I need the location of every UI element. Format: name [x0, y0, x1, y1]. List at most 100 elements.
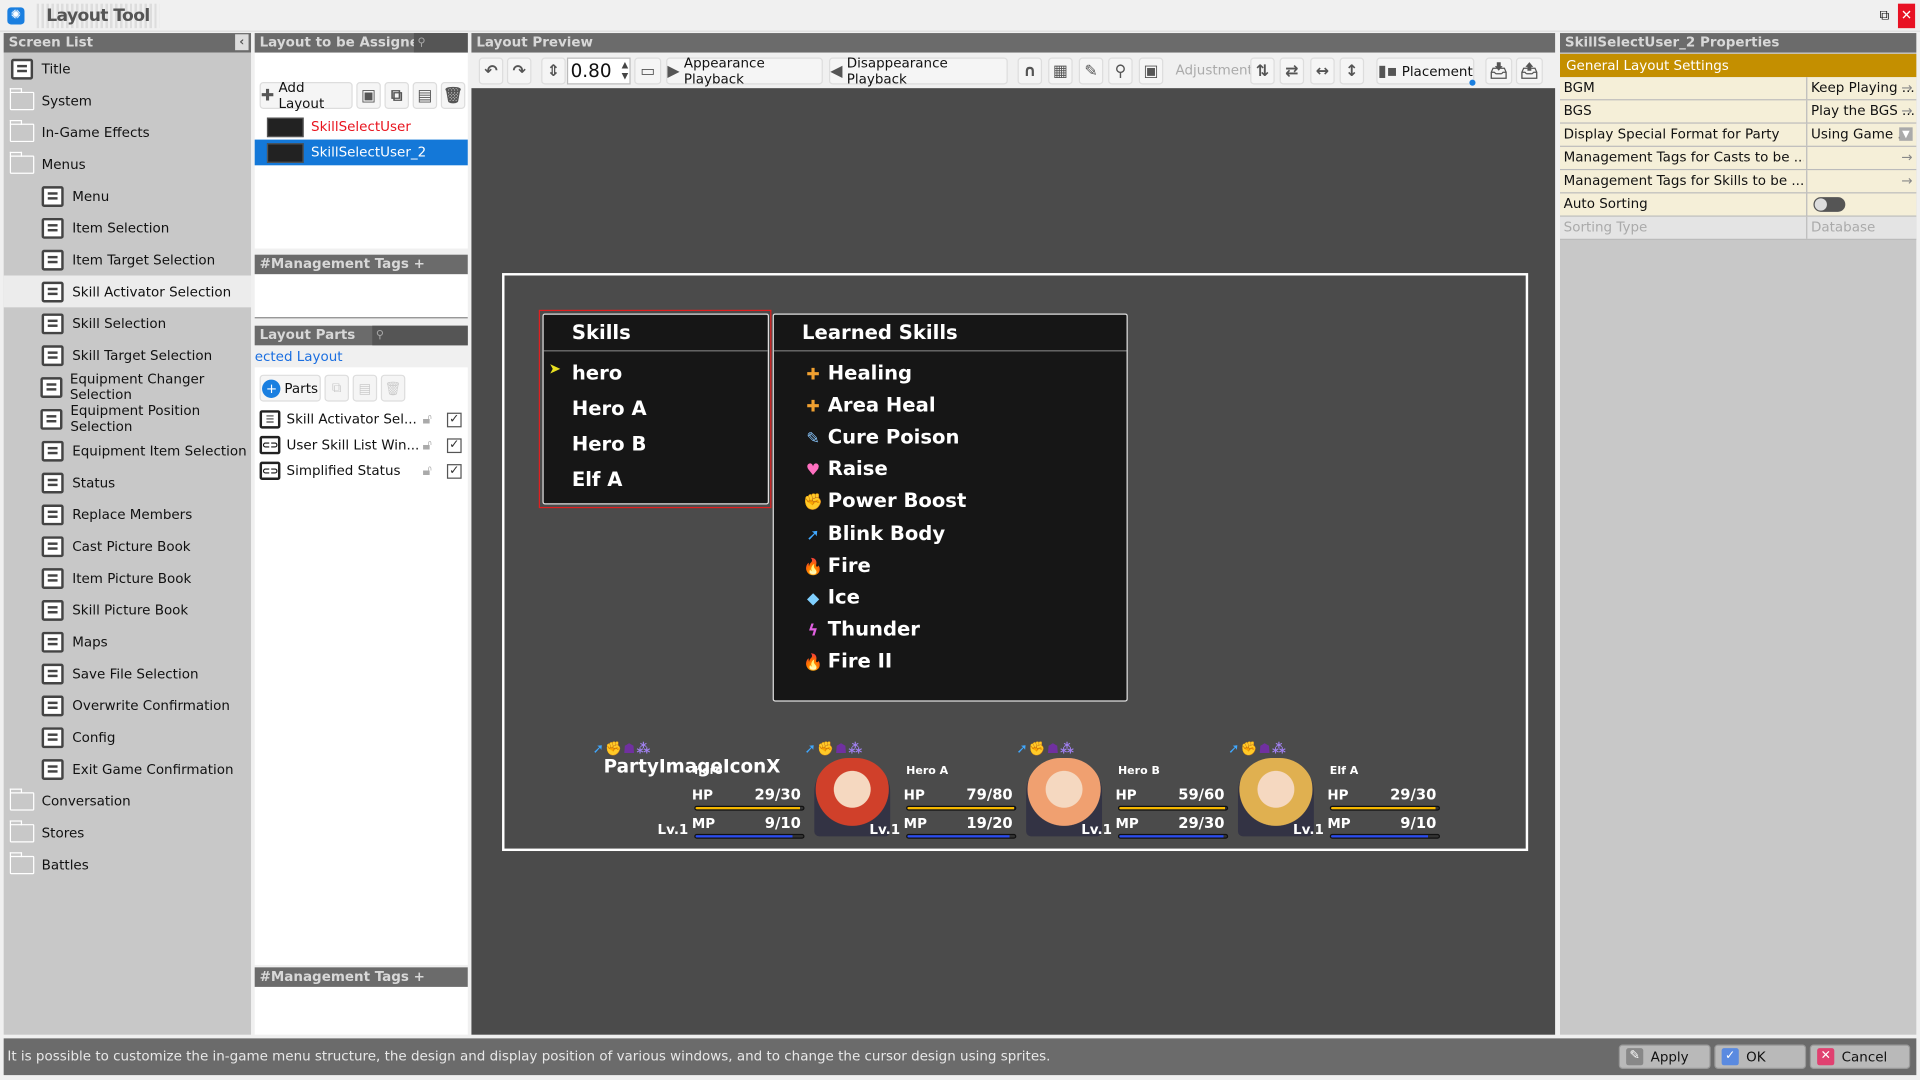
property-row[interactable]: Management Tags for Skills to be ... → — [1560, 170, 1917, 194]
arrow-right-icon[interactable]: → — [1901, 100, 1912, 122]
property-value[interactable]: Keep Playing ... → — [1806, 77, 1916, 100]
actor-item[interactable]: Hero A — [572, 397, 647, 420]
arrow-right-icon[interactable]: → — [1901, 77, 1912, 99]
screen-list-item[interactable]: Maps — [4, 626, 251, 658]
screen-list-item[interactable]: Menus — [4, 148, 251, 180]
skill-activator-window[interactable]: Skills ➤ hero Hero A Hero B Elf A — [542, 313, 769, 505]
skill-item[interactable]: ◆ Ice — [803, 585, 860, 608]
property-value[interactable]: → — [1806, 170, 1916, 193]
swap-button[interactable]: ⇄ — [1279, 57, 1305, 85]
paste-button[interactable]: ▤ — [412, 82, 438, 109]
property-row[interactable]: BGM Keep Playing ... → — [1560, 77, 1917, 101]
screen-list-item[interactable]: Replace Members — [4, 498, 251, 530]
selected-layout-link[interactable]: ected Layout — [255, 349, 343, 365]
screen-list-item[interactable]: Item Target Selection — [4, 244, 251, 276]
placement-button[interactable]: ▮▪ Placement — [1376, 57, 1476, 86]
screen-list-item[interactable]: Equipment Changer Selection — [4, 371, 251, 403]
skill-item[interactable]: ♥ Raise — [803, 457, 888, 480]
screen-preview-button[interactable]: ▭ — [634, 57, 662, 85]
skill-item[interactable]: ➚ Blink Body — [803, 521, 945, 544]
copy-part-button[interactable]: ⧉ — [324, 374, 349, 402]
screen-list-item[interactable]: Status — [4, 467, 251, 499]
marker-button[interactable]: ⚲ — [1108, 57, 1133, 85]
delete-button[interactable]: 🗑 — [440, 82, 466, 109]
visible-checkbox[interactable]: ✓ — [446, 412, 462, 427]
skill-item[interactable]: ✚ Area Heal — [803, 393, 935, 416]
unlock-icon[interactable]: 🔓︎ — [422, 462, 432, 480]
restore-window-button[interactable]: ⧉ — [1876, 4, 1893, 28]
layout-item[interactable]: SkillSelectUser — [255, 114, 468, 140]
learned-skills-window[interactable]: Learned Skills ✚ Healing ✚ Area Heal ✎ Cure P… — [772, 313, 1128, 702]
arrow-right-icon[interactable]: → — [1901, 147, 1912, 169]
screen-list-item[interactable]: Exit Game Confirmation — [4, 753, 251, 785]
undo-button[interactable]: ↶ — [478, 57, 504, 85]
property-row[interactable]: BGS Play the BGS ... → — [1560, 100, 1917, 124]
actor-item[interactable]: Hero B — [572, 432, 647, 455]
close-window-button[interactable]: ✕ — [1897, 3, 1916, 29]
cancel-button[interactable]: ✕ Cancel — [1809, 1044, 1911, 1069]
redo-button[interactable]: ↷ — [506, 57, 532, 85]
skill-item[interactable]: ✚ Healing — [803, 361, 912, 384]
skill-item[interactable]: ✊ Power Boost — [803, 489, 966, 512]
unlock-icon[interactable]: 🔓︎ — [422, 410, 432, 428]
property-value[interactable]: Database — [1806, 216, 1916, 239]
layout-view-button[interactable]: ▣ — [1138, 57, 1164, 85]
general-settings-section[interactable]: General Layout Settings — [1560, 53, 1917, 78]
property-value[interactable]: Using Game ... ▼ — [1806, 123, 1916, 146]
property-value[interactable] — [1806, 193, 1916, 216]
fit-zoom-button[interactable]: ⇕ — [541, 57, 566, 85]
screen-list-item[interactable]: Battles — [4, 849, 251, 881]
screen-list-item[interactable]: Item Picture Book — [4, 562, 251, 594]
part-item[interactable]: ⊂⊃ User Skill List Win... 🔓︎ ✓ — [259, 432, 468, 458]
parts-search-input[interactable]: ⚲ — [372, 325, 468, 346]
screen-list-item[interactable]: Skill Activator Selection — [3, 275, 252, 308]
property-row[interactable]: Management Tags for Casts to be ... → — [1560, 146, 1917, 171]
arrow-right-icon[interactable]: → — [1901, 170, 1912, 192]
skill-item[interactable]: ϟ Thunder — [803, 617, 920, 640]
skill-item[interactable]: 🔥 Fire II — [803, 649, 892, 672]
part-item[interactable]: ☰ Skill Activator Sel... 🔓︎ ✓ — [259, 407, 468, 433]
add-layout-button[interactable]: ✚ Add Layout — [259, 80, 353, 111]
copy-button[interactable]: ⧉ — [384, 82, 409, 109]
stretch-horizontal-button[interactable]: ↔ — [1310, 57, 1335, 85]
screen-list-item[interactable]: Title — [4, 53, 251, 85]
align-vertical-button[interactable]: ⇅ — [1250, 57, 1275, 85]
skill-item[interactable]: 🔥 Fire — [803, 553, 871, 576]
unlock-icon[interactable]: 🔓︎ — [422, 436, 432, 454]
export-button[interactable]: 📤︎ — [1515, 57, 1543, 85]
add-parts-button[interactable]: + Parts — [259, 374, 321, 402]
apply-button[interactable]: ✎ Apply — [1618, 1044, 1711, 1069]
magnet-button[interactable]: ∩ — [1017, 57, 1043, 85]
delete-part-button[interactable]: 🗑 — [380, 374, 406, 402]
actor-item[interactable]: Elf A — [572, 468, 623, 491]
stretch-vertical-button[interactable]: ↕ — [1339, 57, 1365, 85]
layout-item-selected[interactable]: SkillSelectUser_2 — [254, 139, 468, 166]
screen-list-item[interactable]: Skill Selection — [4, 307, 251, 339]
screen-list-item[interactable]: Cast Picture Book — [4, 530, 251, 562]
screen-list-item[interactable]: In-Game Effects — [4, 116, 251, 148]
layout-search-input[interactable]: ⚲ — [413, 33, 468, 53]
visible-checkbox[interactable]: ✓ — [446, 463, 462, 479]
layouts-tags-input[interactable] — [254, 274, 468, 319]
property-value[interactable]: Play the BGS ... → — [1806, 100, 1916, 123]
import-button[interactable]: 📥︎ — [1485, 57, 1513, 85]
collapse-panel-button[interactable]: ‹ — [235, 34, 249, 51]
screen-list-item[interactable]: Conversation — [4, 785, 251, 817]
property-row[interactable]: Sorting Type Database — [1560, 216, 1917, 241]
paste-part-button[interactable]: ▤ — [352, 374, 378, 402]
screen-list-item[interactable]: System — [4, 84, 251, 116]
property-row[interactable]: Auto Sorting — [1560, 193, 1917, 217]
screen-list-item[interactable]: Overwrite Confirmation — [4, 689, 251, 721]
parts-tags-input[interactable] — [254, 986, 468, 1035]
auto-sorting-toggle[interactable] — [1813, 197, 1846, 212]
zoom-input[interactable]: 0.80 ▲ ▼ — [566, 57, 631, 85]
screen-list-item[interactable]: Menu — [4, 180, 251, 212]
screen-list-item[interactable]: Equipment Item Selection — [4, 435, 251, 467]
screen-list-item[interactable]: Stores — [4, 817, 251, 849]
screen-list-item[interactable]: Save File Selection — [4, 658, 251, 690]
appearance-playback-button[interactable]: ▶ Appearance Playback — [666, 55, 823, 87]
dropdown-icon[interactable]: ▼ — [1899, 127, 1913, 141]
actor-item[interactable]: hero — [572, 361, 622, 384]
property-value[interactable]: → — [1806, 146, 1916, 169]
screen-list-item[interactable]: Config — [4, 721, 251, 753]
